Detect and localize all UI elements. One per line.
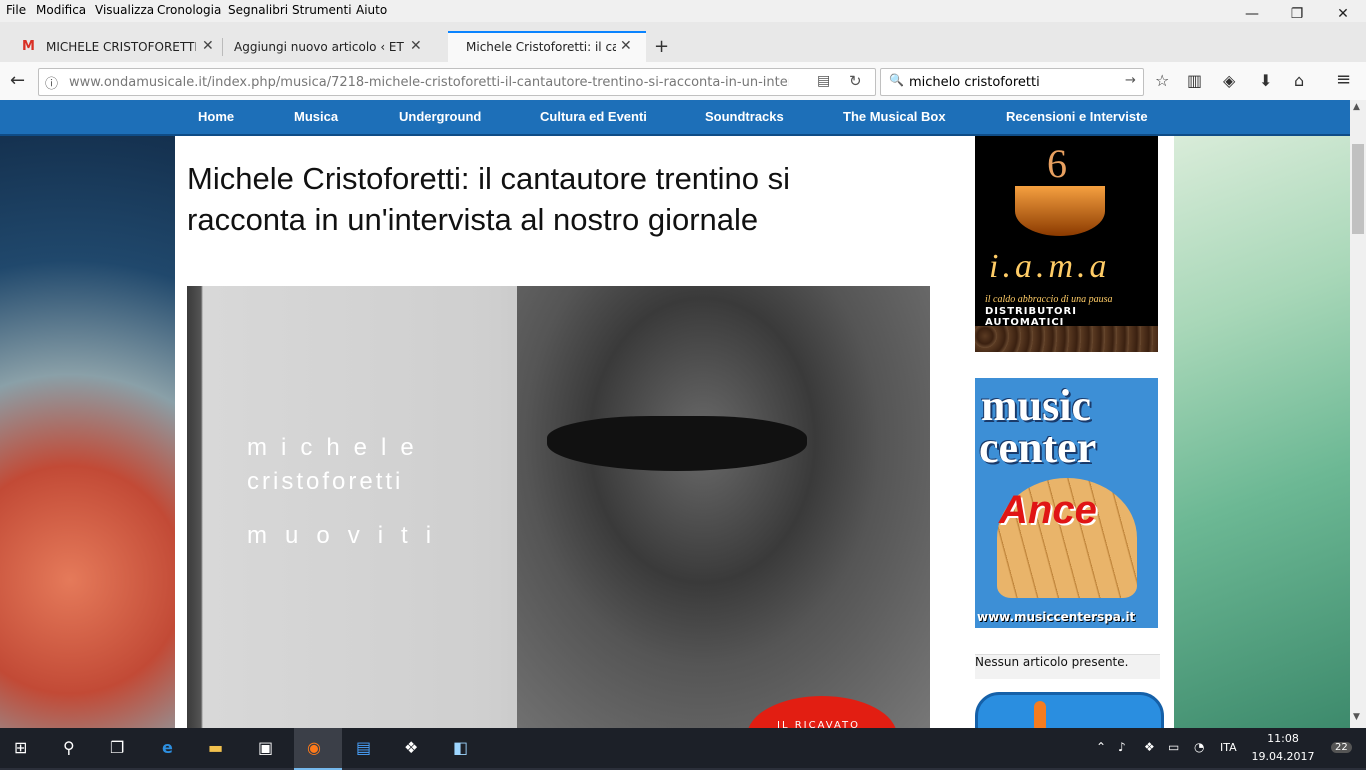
site-navigation: Home Musica Underground Cultura ed Event… xyxy=(0,100,1350,136)
menu-cronologia[interactable]: Cronologia xyxy=(157,3,221,17)
search-go-icon[interactable]: → xyxy=(1125,73,1136,88)
nav-soundtracks[interactable]: Soundtracks xyxy=(705,109,784,124)
nav-home[interactable]: Home xyxy=(198,109,234,124)
tab-bar: M MICHELE CRISTOFORETTI... ✕ Aggiungi nu… xyxy=(0,22,1366,62)
search-icon: 🔍 xyxy=(889,73,904,87)
tab-title: Aggiungi nuovo articolo ‹ ETi... xyxy=(234,40,404,54)
address-bar[interactable]: ⓘ www.ondamusicale.it/index.php/musica/7… xyxy=(38,68,876,96)
close-tab-icon[interactable]: ✕ xyxy=(620,38,632,54)
menu-aiuto[interactable]: Aiuto xyxy=(356,3,387,17)
nav-cultura-eventi[interactable]: Cultura ed Eventi xyxy=(540,109,647,124)
article-title: Michele Cristoforetti: il cantautore tre… xyxy=(187,161,791,237)
explorer-icon[interactable]: ▬ xyxy=(208,738,223,757)
firefox-icon[interactable]: ◉ xyxy=(307,738,321,757)
volume-icon[interactable]: ♪ xyxy=(1118,740,1126,754)
article-image: michele cristoforetti muoviti IL RICAVAT… xyxy=(187,286,930,728)
library-icon[interactable]: ▥ xyxy=(1187,71,1202,90)
language-indicator[interactable]: ITA xyxy=(1220,741,1237,754)
reload-icon[interactable]: ↻ xyxy=(849,72,862,90)
gmail-icon: M xyxy=(22,39,35,54)
notification-center-icon[interactable]: 22 xyxy=(1331,742,1352,753)
coffee-beans-strip xyxy=(975,326,1158,352)
back-arrow-icon[interactable]: ← xyxy=(10,70,25,91)
ad-ance-text: Ance xyxy=(999,488,1097,532)
home-icon[interactable]: ⌂ xyxy=(1294,71,1304,90)
background-left-art xyxy=(0,136,175,728)
download-icon[interactable]: ⬇ xyxy=(1259,71,1272,90)
background-right-art xyxy=(1174,136,1350,728)
ad-tagline: il caldo abbraccio di una pausa xyxy=(985,294,1113,305)
windows-icon[interactable]: ⊞ xyxy=(14,738,27,757)
photo-text-muoviti: muoviti xyxy=(247,522,450,549)
artist-photo xyxy=(517,286,930,728)
scroll-thumb[interactable] xyxy=(1352,144,1364,234)
music-center-ad-banner[interactable]: music center Ance www.musiccenterspa.it xyxy=(975,378,1158,628)
scroll-up-icon[interactable]: ▲ xyxy=(1353,102,1360,112)
article-content: Michele Cristoforetti: il cantautore tre… xyxy=(175,136,963,728)
tab-eti[interactable]: Aggiungi nuovo articolo ‹ ETi... ✕ xyxy=(224,33,436,62)
hamburger-menu-icon[interactable]: ≡ xyxy=(1336,69,1351,90)
menu-modifica[interactable]: Modifica xyxy=(36,3,86,17)
task-view-icon[interactable]: ❐ xyxy=(110,738,124,757)
menu-visualizza[interactable]: Visualizza xyxy=(95,3,154,17)
coffee-cup-icon xyxy=(1015,186,1105,236)
page-scrollbar[interactable]: ▲ ▼ xyxy=(1350,100,1366,728)
url-text[interactable]: www.ondamusicale.it/index.php/musica/721… xyxy=(69,75,789,90)
new-tab-button[interactable]: + xyxy=(654,36,669,57)
navigation-bar: ← ⓘ www.ondamusicale.it/index.php/musica… xyxy=(0,62,1366,101)
close-tab-icon[interactable]: ✕ xyxy=(410,38,422,54)
nav-recensioni-interviste[interactable]: Recensioni e Interviste xyxy=(1006,109,1148,124)
sidebar: 6 i.a.m.a il caldo abbraccio di una paus… xyxy=(963,136,1174,738)
wifi-icon[interactable]: ◔ xyxy=(1194,740,1204,754)
info-icon[interactable]: ⓘ xyxy=(45,73,58,92)
iama-ad-banner[interactable]: 6 i.a.m.a il caldo abbraccio di una paus… xyxy=(975,136,1158,352)
nav-musical-box[interactable]: The Musical Box xyxy=(843,109,946,124)
minimize-button[interactable]: — xyxy=(1242,6,1262,22)
photo-text-cristoforetti: cristoforetti xyxy=(247,468,404,495)
dropbox-tray-icon[interactable]: ❖ xyxy=(1144,740,1155,754)
maximize-button[interactable]: ❐ xyxy=(1287,6,1307,22)
battery-icon[interactable]: ▭ xyxy=(1168,740,1179,754)
clock-date[interactable]: 19.04.2017 xyxy=(1250,750,1316,763)
close-window-button[interactable]: ✕ xyxy=(1333,6,1353,22)
tab-title: Michele Cristoforetti: il ca... xyxy=(466,40,616,54)
photo-text-michele: michele xyxy=(247,434,428,461)
menu-strumenti[interactable]: Strumenti xyxy=(292,3,352,17)
edge-icon[interactable]: e xyxy=(162,738,173,757)
search-box[interactable]: 🔍 michelo cristoforetti → xyxy=(880,68,1144,96)
tab-active-article[interactable]: Michele Cristoforetti: il ca... ✕ xyxy=(448,31,646,62)
ad-center-text: center xyxy=(979,423,1097,472)
scroll-down-icon[interactable]: ▼ xyxy=(1353,712,1360,722)
dropbox-icon[interactable]: ❖ xyxy=(404,738,418,757)
notes-icon[interactable]: ◧ xyxy=(453,738,468,757)
ad-logo-six: 6 xyxy=(1047,141,1067,186)
close-tab-icon[interactable]: ✕ xyxy=(202,38,214,54)
red-badge-text: IL RICAVATO xyxy=(777,720,861,728)
bookmark-star-icon[interactable]: ☆ xyxy=(1155,71,1169,90)
menu-bar: File Modifica Visualizza Cronologia Segn… xyxy=(0,0,1366,22)
tab-gmail[interactable]: M MICHELE CRISTOFORETTI... ✕ xyxy=(16,33,220,62)
store-icon[interactable]: ▣ xyxy=(258,738,273,757)
nav-underground[interactable]: Underground xyxy=(399,109,481,124)
outlook-icon[interactable]: ▤ xyxy=(356,738,371,757)
tab-separator xyxy=(222,38,223,56)
empty-articles-notice: Nessun articolo presente. xyxy=(975,654,1160,679)
search-input[interactable]: michelo cristoforetti xyxy=(909,75,1040,90)
tab-title: MICHELE CRISTOFORETTI... xyxy=(46,40,196,54)
windows-taskbar: ⊞ ⚲ ❐ e ▬ ▣ ◉ ▤ ❖ ◧ ⌃ ♪ ❖ ▭ ◔ ITA 11:08 … xyxy=(0,728,1366,770)
reader-view-icon[interactable]: ▤ xyxy=(817,73,830,89)
clock-time[interactable]: 11:08 xyxy=(1250,732,1316,745)
ad-brand-name: i.a.m.a xyxy=(989,248,1111,285)
menu-file[interactable]: File xyxy=(6,3,26,17)
tray-chevron-icon[interactable]: ⌃ xyxy=(1096,740,1106,754)
pocket-icon[interactable]: ◈ xyxy=(1223,71,1235,90)
nav-musica[interactable]: Musica xyxy=(294,109,338,124)
sunglasses-shape xyxy=(547,416,807,471)
ad-url-text: www.musiccenterspa.it xyxy=(977,610,1136,624)
menu-segnalibri[interactable]: Segnalibri xyxy=(228,3,288,17)
empty-articles-text: Nessun articolo presente. xyxy=(975,655,1129,669)
ad-subtitle: DISTRIBUTORI AUTOMATICI xyxy=(985,306,1077,328)
search-icon[interactable]: ⚲ xyxy=(63,738,75,757)
